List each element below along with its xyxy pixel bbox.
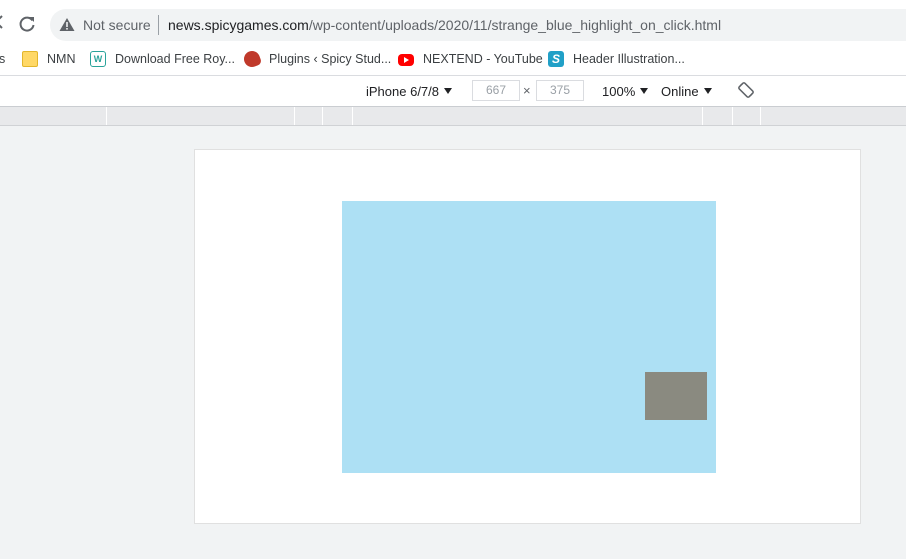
folder-icon (22, 51, 38, 67)
bookmark-label: Download Free Roy... (115, 52, 235, 66)
security-label[interactable]: Not secure (83, 17, 151, 33)
chevron-down-icon (640, 88, 649, 94)
ruler-tick (760, 107, 761, 125)
zoom-select[interactable]: 100% (602, 84, 649, 99)
device-name: iPhone 6/7/8 (366, 84, 440, 99)
bookmark-nextend-youtube[interactable]: NEXTEND - YouTube (398, 49, 543, 69)
height-input[interactable]: 375 (536, 80, 584, 101)
chevron-down-icon (703, 88, 712, 94)
device-toolbar (0, 76, 906, 107)
bookmarks-bar: s NMN W Download Free Roy... Plugins ‹ S… (0, 43, 906, 76)
url-text[interactable]: news.spicygames.com/wp-content/uploads/2… (168, 17, 721, 33)
network-throttle-select[interactable]: Online (661, 84, 712, 99)
youtube-icon (398, 54, 414, 66)
s-logo-icon: S (548, 51, 564, 67)
spicy-icon (241, 48, 263, 70)
bookmark-nmn[interactable]: NMN (22, 49, 75, 69)
url-path: /wp-content/uploads/2020/11/strange_blue… (308, 17, 722, 33)
media-query-bar[interactable] (0, 107, 906, 126)
width-input[interactable]: 667 (472, 80, 520, 101)
bookmark-download-free[interactable]: W Download Free Roy... (90, 49, 235, 69)
bookmark-label: NMN (47, 52, 76, 66)
reload-icon[interactable] (17, 14, 37, 34)
network-value: Online (661, 84, 699, 99)
blue-container[interactable] (342, 201, 716, 473)
dimension-separator: × (523, 83, 531, 98)
ruler-tick (352, 107, 353, 125)
ruler-tick (322, 107, 323, 125)
back-arrow-icon[interactable] (0, 13, 8, 31)
zoom-value: 100% (602, 84, 636, 99)
device-select[interactable]: iPhone 6/7/8 (366, 84, 453, 99)
bookmark-plugins[interactable]: Plugins ‹ Spicy Stud... (241, 48, 392, 70)
ruler-tick (732, 107, 733, 125)
bookmark-label: Plugins ‹ Spicy Stud... (269, 52, 392, 66)
bookmark-label: s (0, 52, 6, 66)
bookmark-item[interactable]: s (0, 49, 5, 69)
chevron-down-icon (444, 88, 453, 94)
device-viewport (194, 149, 861, 524)
warning-icon[interactable] (59, 17, 75, 32)
omnibox-divider (158, 15, 159, 35)
rotate-icon[interactable] (738, 82, 754, 98)
gray-square[interactable] (645, 372, 707, 420)
ruler-tick (702, 107, 703, 125)
ruler-tick (106, 107, 107, 125)
url-host: news.spicygames.com (168, 17, 309, 33)
bookmark-label: NEXTEND - YouTube (423, 52, 543, 66)
bookmark-label: Header Illustration... (573, 52, 685, 66)
bookmark-header-illustration[interactable]: S Header Illustration... (548, 49, 685, 69)
site-icon: W (90, 51, 106, 67)
ruler-tick (294, 107, 295, 125)
